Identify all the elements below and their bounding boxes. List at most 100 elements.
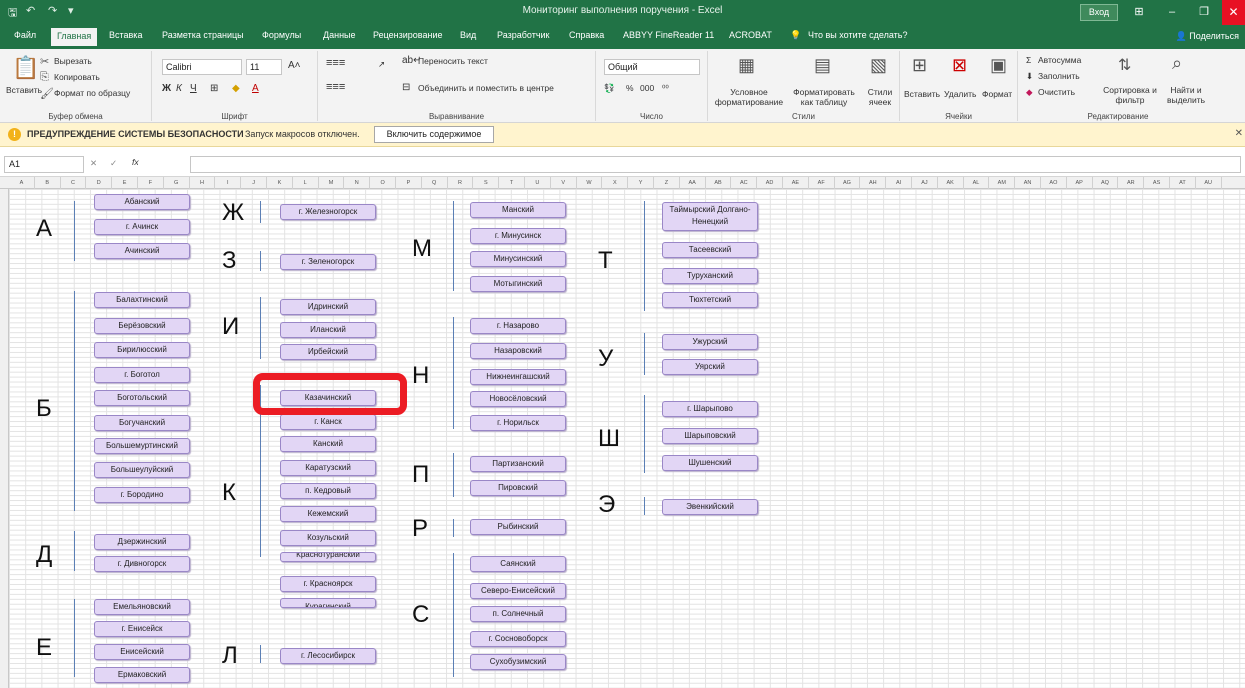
district-button[interactable]: Козульский [280, 530, 376, 546]
close-icon[interactable]: ✕ [1235, 128, 1243, 139]
column-header[interactable]: Q [422, 177, 448, 189]
tab-acrobat[interactable]: ACROBAT [729, 30, 772, 40]
column-header[interactable]: H [190, 177, 216, 189]
district-button[interactable]: п. Кедровый [280, 483, 376, 499]
column-header[interactable]: AT [1170, 177, 1196, 189]
font-size-select[interactable]: 11 [246, 59, 282, 75]
district-button[interactable]: Енисейский [94, 644, 190, 660]
district-button[interactable]: Ачинский [94, 243, 190, 259]
column-header[interactable]: AO [1041, 177, 1067, 189]
column-header[interactable]: E [112, 177, 138, 189]
sort-filter-button[interactable]: Сортировка и фильтр [1102, 85, 1158, 105]
underline-icon[interactable]: Ч [190, 83, 197, 94]
district-button[interactable]: г. Назарово [470, 318, 566, 334]
district-button[interactable]: Рыбинский [470, 519, 566, 535]
column-header[interactable]: AH [860, 177, 887, 189]
close-button[interactable]: ✕ [1222, 0, 1245, 25]
merge-center-button[interactable]: Объединить и поместить в центре [418, 83, 554, 93]
district-button[interactable]: г. Минусинск [470, 228, 566, 244]
worksheet-grid[interactable]: А Б Д Е Ж З И К Л М Н П Р С Т У Ш Э Абан… [0, 189, 1245, 688]
fill-button[interactable]: Заполнить [1038, 71, 1080, 81]
district-button[interactable]: г. Ачинск [94, 219, 190, 235]
column-header[interactable]: AG [835, 177, 861, 189]
column-header[interactable]: AP [1067, 177, 1093, 189]
column-header[interactable]: D [86, 177, 113, 189]
district-button[interactable]: г. Сосновоборск [470, 631, 566, 647]
district-button[interactable]: Нижнеингашский [470, 369, 566, 385]
paste-icon[interactable]: 📋 [12, 55, 39, 81]
district-button[interactable]: г. Канск [280, 414, 376, 430]
column-header[interactable]: N [344, 177, 371, 189]
district-button[interactable]: г. Енисейск [94, 621, 190, 637]
column-header[interactable]: P [396, 177, 422, 189]
district-button[interactable]: Бирилюсский [94, 342, 190, 358]
district-button[interactable]: Кежемский [280, 506, 376, 522]
column-header[interactable]: R [448, 177, 474, 189]
district-button[interactable]: Шарыповский [662, 428, 758, 444]
column-header[interactable]: AQ [1093, 177, 1119, 189]
district-button[interactable]: Сухобузимский [470, 654, 566, 670]
enable-content-button[interactable]: Включить содержимое [374, 126, 494, 143]
grow-font-icon[interactable]: A˄ [288, 60, 301, 71]
district-button[interactable]: г. Шарыпово [662, 401, 758, 417]
format-painter-button[interactable]: Формат по образцу [54, 88, 130, 98]
format-as-table-button[interactable]: Форматировать как таблицу [788, 87, 860, 107]
decimal-icon[interactable]: ⁰⁰ [662, 83, 669, 94]
column-header[interactable]: AA [680, 177, 706, 189]
share-button[interactable]: 👤 Поделиться [1176, 31, 1239, 42]
column-header[interactable]: AS [1144, 177, 1170, 189]
district-button[interactable]: г. Боготол [94, 367, 190, 383]
district-button[interactable]: Уярский [662, 359, 758, 375]
column-header[interactable]: K [267, 177, 293, 189]
tab-developer[interactable]: Разработчик [497, 30, 549, 40]
district-button[interactable]: Пировский [470, 480, 566, 496]
minimize-icon[interactable]: – [1158, 3, 1186, 21]
district-button[interactable]: Большеулуйский [94, 462, 190, 478]
column-header[interactable]: Y [628, 177, 654, 189]
district-button[interactable]: Богучанский [94, 415, 190, 431]
district-button[interactable]: Саянский [470, 556, 566, 572]
column-header[interactable]: AJ [912, 177, 938, 189]
district-button[interactable]: г. Железногорск [280, 204, 376, 220]
district-button[interactable]: Ермаковский [94, 667, 190, 683]
district-button[interactable]: Идринский [280, 299, 376, 315]
district-button[interactable]: Курагинский [280, 598, 376, 608]
district-button[interactable]: Туруханский [662, 268, 758, 284]
district-button[interactable]: Северо-Енисейский [470, 583, 566, 599]
district-button[interactable]: Манский [470, 202, 566, 218]
district-button[interactable]: г. Лесосибирск [280, 648, 376, 664]
column-header[interactable]: S [473, 177, 500, 189]
district-button[interactable]: Шушенский [662, 455, 758, 471]
district-button[interactable]: Назаровский [470, 343, 566, 359]
column-header[interactable]: L [293, 177, 319, 189]
insert-function-icon[interactable]: fx [132, 157, 139, 167]
restore-icon[interactable]: ❐ [1190, 3, 1218, 21]
district-button[interactable]: Эвенкийский [662, 499, 758, 515]
confirm-icon[interactable]: ✓ [110, 158, 117, 169]
font-color-icon[interactable]: A [252, 83, 259, 94]
number-format-select[interactable]: Общий [604, 59, 700, 75]
district-button[interactable]: Канский [280, 436, 376, 452]
district-button[interactable]: п. Солнечный [470, 606, 566, 622]
district-button[interactable]: Большемуртинский [94, 438, 190, 454]
column-header[interactable]: AL [964, 177, 990, 189]
column-header[interactable]: AK [938, 177, 964, 189]
borders-icon[interactable]: ⊞ [210, 83, 218, 94]
column-header[interactable]: AM [989, 177, 1016, 189]
district-button[interactable]: Минусинский [470, 251, 566, 267]
align-left-icon[interactable]: ≡≡≡ [326, 81, 345, 93]
paste-button[interactable]: Вставить [6, 85, 42, 95]
district-button[interactable]: Тюхтетский [662, 292, 758, 308]
column-header[interactable]: W [577, 177, 603, 189]
column-header[interactable]: AE [783, 177, 809, 189]
align-top-icon[interactable]: ≡≡≡ [326, 57, 345, 69]
tab-page-layout[interactable]: Разметка страницы [162, 30, 244, 40]
find-select-button[interactable]: Найти и выделить [1160, 85, 1212, 105]
percent-button[interactable]: % [626, 83, 634, 93]
name-box[interactable]: A1 [4, 156, 84, 173]
district-button[interactable]: Абанский [94, 194, 190, 210]
autosum-button[interactable]: Автосумма [1038, 55, 1081, 65]
ribbon-display-icon[interactable]: ⊞ [1125, 3, 1153, 21]
column-header[interactable]: J [241, 177, 267, 189]
column-header[interactable]: AC [731, 177, 758, 189]
